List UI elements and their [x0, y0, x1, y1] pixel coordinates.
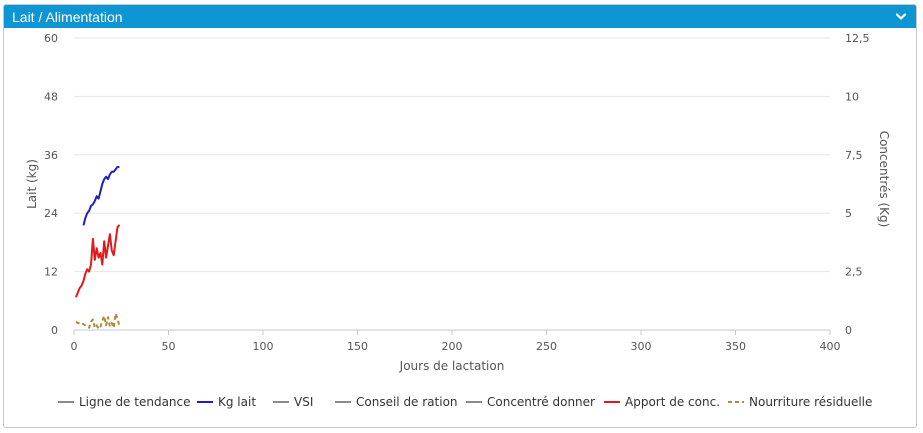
lait-alimentation-panel: Lait / Alimentation	[3, 4, 917, 428]
panel-title: Lait / Alimentation	[12, 8, 123, 25]
chevron-down-icon[interactable]	[894, 10, 908, 24]
panel-header[interactable]: Lait / Alimentation	[4, 5, 916, 28]
